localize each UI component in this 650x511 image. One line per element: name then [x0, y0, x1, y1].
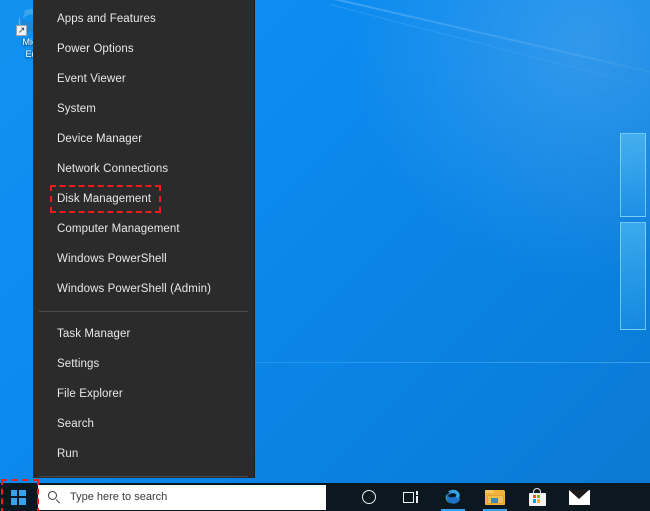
wallpaper-glow — [290, 0, 650, 280]
search-icon — [48, 490, 61, 504]
menu-item-windows-powershell-admin[interactable]: Windows PowerShell (Admin) — [33, 274, 254, 304]
menu-item-label: Event Viewer — [57, 73, 126, 85]
menu-separator — [39, 311, 248, 312]
menu-item-file-explorer[interactable]: File Explorer — [33, 379, 254, 409]
menu-item-disk-management[interactable]: Disk Management — [33, 184, 254, 214]
menu-item-computer-management[interactable]: Computer Management — [33, 214, 254, 244]
envelope-glyph — [568, 489, 590, 505]
menu-item-windows-powershell[interactable]: Windows PowerShell — [33, 244, 254, 274]
cortana-icon[interactable] — [348, 483, 390, 511]
menu-item-label: Search — [57, 418, 95, 430]
menu-separator — [39, 476, 248, 477]
menu-item-settings[interactable]: Settings — [33, 349, 254, 379]
search-placeholder: Type here to search — [70, 491, 168, 503]
menu-item-search[interactable]: Search — [33, 409, 254, 439]
menu-item-label: Computer Management — [57, 223, 180, 235]
search-input[interactable]: Type here to search — [38, 484, 326, 510]
task-view-icon[interactable] — [390, 483, 432, 511]
menu-item-run[interactable]: Run — [33, 439, 254, 469]
menu-item-apps-and-features[interactable]: Apps and Features — [33, 4, 254, 34]
menu-item-label: Run — [57, 448, 79, 460]
task-view-glyph — [403, 490, 419, 504]
edge-glyph — [445, 489, 461, 504]
wallpaper-window-pane — [620, 222, 646, 330]
menu-item-label: Settings — [57, 358, 100, 370]
taskbar: Type here to search — [0, 479, 650, 511]
folder-glyph — [485, 489, 505, 505]
cortana-ring — [362, 490, 376, 504]
winx-power-user-menu[interactable]: Apps and Features Power Options Event Vi… — [33, 0, 255, 505]
menu-item-label: Disk Management — [57, 193, 152, 205]
shortcut-arrow-icon: ↗ — [16, 25, 27, 36]
windows-logo-icon — [10, 489, 26, 505]
wallpaper-window-pane — [620, 133, 646, 217]
menu-item-power-options[interactable]: Power Options — [33, 34, 254, 64]
menu-item-label: Windows PowerShell (Admin) — [57, 283, 212, 295]
mail-icon[interactable] — [558, 483, 600, 511]
menu-item-device-manager[interactable]: Device Manager — [33, 124, 254, 154]
microsoft-edge-icon[interactable] — [432, 483, 474, 511]
start-button[interactable] — [0, 479, 39, 511]
menu-item-event-viewer[interactable]: Event Viewer — [33, 64, 254, 94]
file-explorer-icon[interactable] — [474, 483, 516, 511]
menu-item-label: Windows PowerShell — [57, 253, 167, 265]
menu-item-network-connections[interactable]: Network Connections — [33, 154, 254, 184]
menu-item-label: Device Manager — [57, 133, 143, 145]
menu-item-label: Task Manager — [57, 328, 131, 340]
menu-item-label: Power Options — [57, 43, 134, 55]
taskbar-icon-group — [348, 483, 600, 511]
menu-item-system[interactable]: System — [33, 94, 254, 124]
menu-item-label: Network Connections — [57, 163, 169, 175]
menu-item-label: File Explorer — [57, 388, 123, 400]
menu-item-label: System — [57, 103, 96, 115]
microsoft-store-icon[interactable] — [516, 483, 558, 511]
menu-item-task-manager[interactable]: Task Manager — [33, 319, 254, 349]
store-bag-glyph — [528, 488, 546, 506]
menu-item-label: Apps and Features — [57, 13, 156, 25]
